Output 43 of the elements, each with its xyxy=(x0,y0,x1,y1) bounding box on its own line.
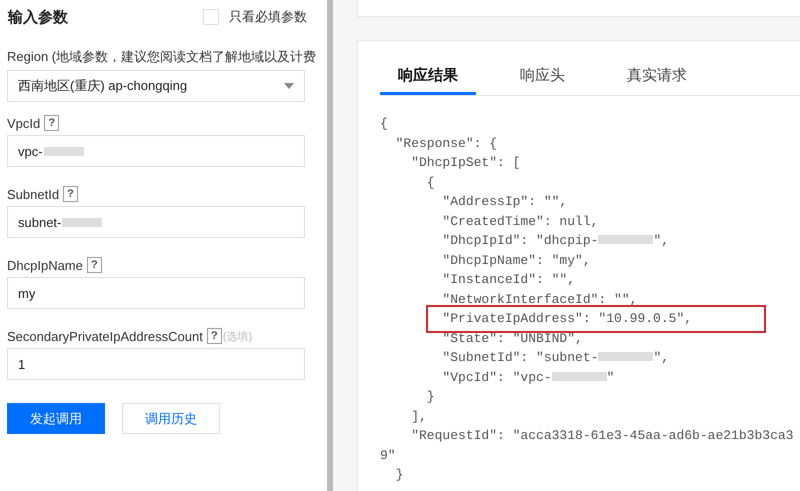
code-line: "State": "UNBIND", xyxy=(441,330,583,348)
code-line: ], xyxy=(410,408,427,426)
tab[interactable]: 真实请求 xyxy=(609,66,705,93)
code-line: } xyxy=(426,388,435,406)
optional-note: (选填) xyxy=(222,330,252,344)
scrollbar[interactable] xyxy=(327,0,333,491)
code-line: } xyxy=(394,466,404,484)
code-line: "SubnetId": "subnet- ", xyxy=(441,349,670,367)
tab[interactable]: 响应结果 xyxy=(380,66,476,95)
input-field[interactable]: subnet- xyxy=(7,206,305,238)
input-field[interactable]: my xyxy=(7,277,305,309)
history-button[interactable]: 调用历史 xyxy=(122,403,220,434)
input-field[interactable]: 1 xyxy=(7,348,305,380)
field-label: Region (地域参数，建议您阅读文档了解地域以及计费 xyxy=(7,48,316,66)
code-line: 9" xyxy=(380,446,396,464)
code-line: "InstanceId": "", xyxy=(441,271,576,289)
invoke-button[interactable]: 发起调用 xyxy=(7,403,105,434)
code-line: "VpcId": "vpc- " xyxy=(441,368,614,386)
help-icon[interactable]: ? xyxy=(206,328,222,344)
help-icon[interactable]: ? xyxy=(86,257,102,273)
caret-icon xyxy=(284,83,294,89)
code-line: "DhcpIpId": "dhcpip- ", xyxy=(441,232,670,250)
code-line: "DhcpIpSet": [ xyxy=(410,154,520,172)
code-line: "DhcpIpName": "my", xyxy=(441,252,591,270)
code-line: { xyxy=(426,174,435,192)
checkbox-label[interactable]: 只看必填参数 xyxy=(229,8,307,26)
help-icon[interactable]: ? xyxy=(44,115,60,131)
field-label: DhcpIpName xyxy=(7,258,83,272)
field-label: SubnetId xyxy=(7,186,60,202)
region-select[interactable]: 西南地区(重庆) ap-chongqing xyxy=(7,70,305,102)
field-label: VpcId xyxy=(7,116,40,130)
input-field[interactable]: vpc- xyxy=(7,135,305,167)
code-line: "NetworkInterfaceId": "", xyxy=(441,290,638,308)
code-line: "RequestId": "acca3318-61e3-45aa-ad6b-ae21b3b3ca3 xyxy=(410,427,794,445)
help-icon[interactable]: ? xyxy=(63,186,78,202)
checkbox[interactable] xyxy=(203,9,219,25)
code-line: "AddressIp": "", xyxy=(441,193,568,211)
panel-title: 输入参数 xyxy=(8,8,68,26)
code-line: "CreatedTime": null, xyxy=(441,212,598,230)
code-line: { xyxy=(380,115,388,133)
code-line: "Response": { xyxy=(394,134,498,152)
field-label: SecondaryPrivateIpAddressCount xyxy=(7,328,203,344)
tab[interactable]: 响应头 xyxy=(502,66,583,93)
